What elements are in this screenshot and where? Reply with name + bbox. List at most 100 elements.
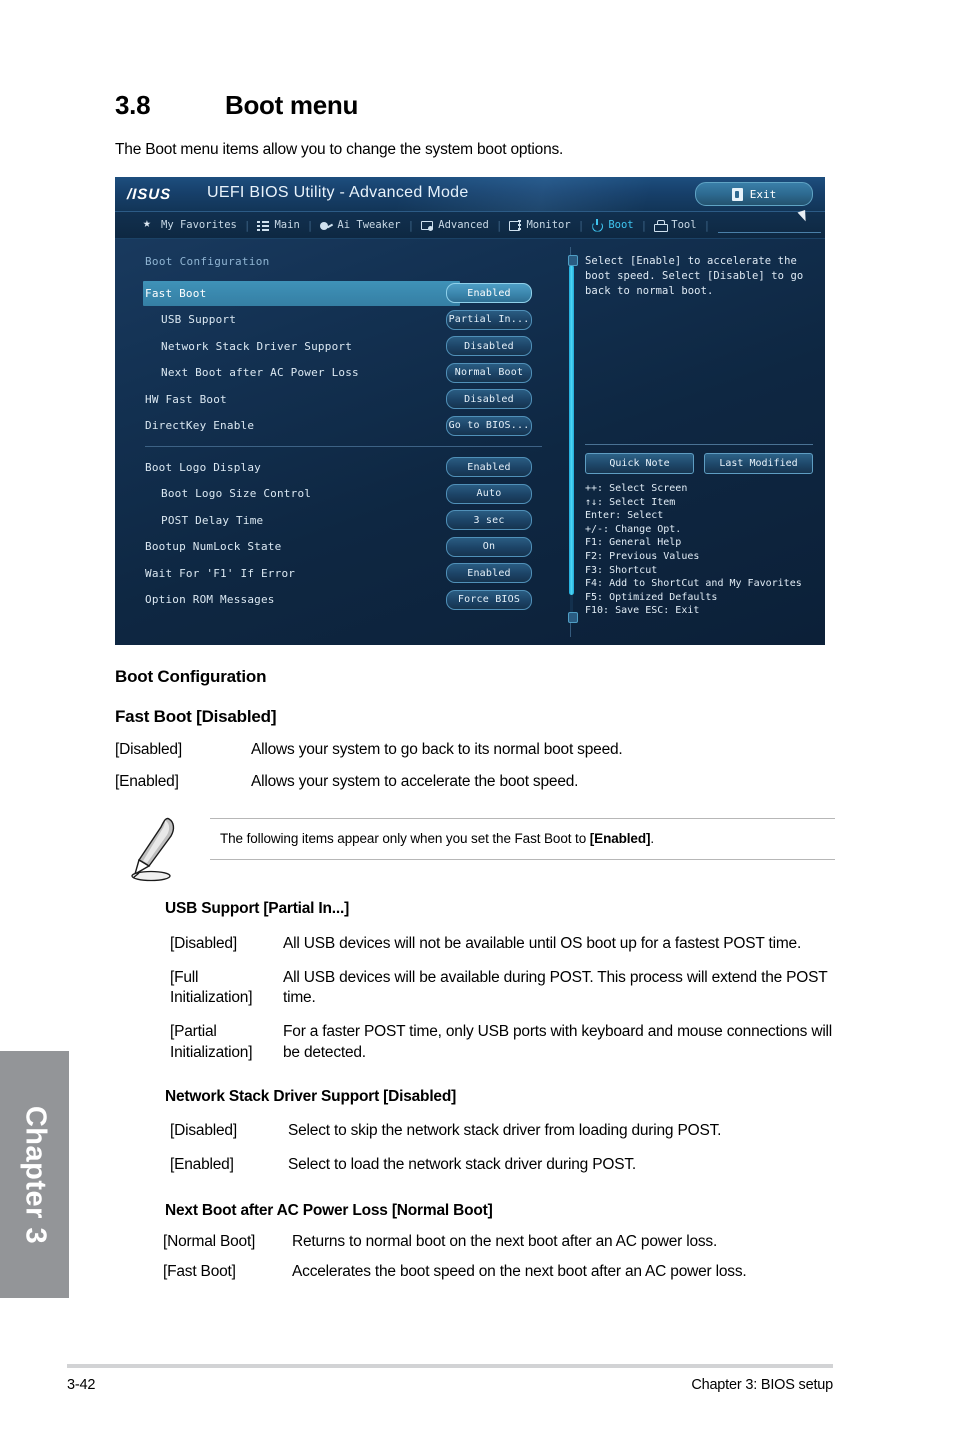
definition-desc: Allows your system to accelerate the boo…	[251, 772, 579, 790]
definition-desc: Accelerates the boot speed on the next b…	[292, 1263, 747, 1281]
setting-value-hw-fast-boot[interactable]: Disabled	[446, 389, 532, 409]
chapter-side-tab-label: Chapter 3	[19, 1105, 51, 1244]
asus-logo: /ISUS	[126, 186, 172, 203]
tab-tool[interactable]: Tool	[647, 219, 703, 232]
definition-row: [Normal Boot] Returns to normal boot on …	[115, 1232, 835, 1253]
last-modified-button[interactable]: Last Modified	[704, 453, 813, 474]
settings-group-divider	[145, 446, 542, 447]
definition-row: [Disabled] Select to skip the network st…	[115, 1121, 835, 1142]
definition-term: [Enabled]	[115, 772, 179, 790]
definition-row: [Full Initialization] All USB devices wi…	[115, 968, 835, 1009]
footer-page-number: 3-42	[67, 1377, 96, 1393]
tweaker-icon	[320, 220, 332, 231]
tab-boot[interactable]: Boot	[584, 218, 640, 231]
help-divider	[585, 444, 813, 445]
setting-row-usb-support[interactable]: USB Support Partial In...	[115, 307, 570, 334]
bios-screenshot-figure: /ISUS UEFI BIOS Utility - Advanced Mode …	[115, 177, 825, 645]
definition-desc: Allows your system to go back to its nor…	[251, 741, 623, 758]
tab-separator: |	[306, 218, 314, 232]
setting-value-directkey[interactable]: Go to BIOS...	[446, 415, 532, 436]
setting-row-network-stack-driver-support[interactable]: Network Stack Driver Support Disabled	[115, 333, 570, 360]
definition-desc: All USB devices will be available during…	[283, 968, 828, 1007]
definition-term: [Enabled]	[170, 1155, 234, 1173]
setting-value-boot-logo-display[interactable]: Enabled	[446, 457, 532, 477]
setting-row-wait-for-f1-if-error[interactable]: Wait For 'F1' If Error Enabled	[115, 560, 570, 587]
setting-value-boot-logo-size[interactable]: Auto	[446, 483, 532, 504]
tab-advanced-label: Advanced	[438, 219, 489, 231]
setting-row-directkey-enable[interactable]: DirectKey Enable Go to BIOS...	[115, 413, 570, 440]
exit-button-label: Exit	[749, 187, 777, 201]
list-icon	[257, 219, 270, 231]
tab-monitor-label: Monitor	[526, 219, 571, 231]
tab-separator: |	[243, 218, 251, 232]
setting-row-hw-fast-boot[interactable]: HW Fast Boot Disabled	[115, 386, 570, 413]
definition-row: [Disabled] All USB devices will not be a…	[115, 934, 835, 955]
boot-configuration-panel-title: Boot Configuration	[145, 255, 270, 268]
heading-fast-boot: Fast Boot [Disabled]	[115, 707, 277, 726]
definition-row: [Enabled] Allows your system to accelera…	[115, 772, 835, 793]
tabbar-underline	[718, 232, 821, 233]
definition-term: [Disabled]	[115, 741, 182, 758]
heading-network-stack-driver-support: Network Stack Driver Support [Disabled]	[165, 1088, 457, 1106]
setting-value-wait-f1[interactable]: Enabled	[446, 563, 532, 583]
setting-row-boot-logo-display[interactable]: Boot Logo Display Enabled	[115, 454, 570, 481]
tab-tool-label: Tool	[671, 219, 697, 231]
heading-next-boot-after-ac-power-loss: Next Boot after AC Power Loss [Normal Bo…	[165, 1202, 493, 1220]
setting-row-option-rom-messages[interactable]: Option ROM Messages Force BIOS	[115, 587, 570, 614]
definition-row: [Enabled] Select to load the network sta…	[115, 1155, 835, 1176]
tab-my-favorites[interactable]: My Favorites	[137, 216, 244, 232]
tab-separator: |	[640, 218, 648, 232]
note-text: The following items appear only when you…	[210, 819, 835, 859]
definition-term: [Normal Boot]	[163, 1233, 256, 1251]
definition-desc: All USB devices will not be available un…	[283, 935, 802, 953]
page-footer: 3-42 Chapter 3: BIOS setup	[67, 1364, 833, 1393]
tab-separator: |	[577, 218, 585, 232]
tool-icon	[654, 219, 669, 232]
tab-boot-label: Boot	[608, 219, 634, 231]
tab-separator: |	[495, 218, 503, 232]
setting-value-fast-boot[interactable]: Enabled	[446, 283, 532, 303]
tab-advanced[interactable]: Advanced	[414, 219, 496, 231]
definition-row: [Fast Boot] Accelerates the boot speed o…	[115, 1262, 835, 1283]
star-icon	[143, 216, 156, 231]
setting-value-option-rom[interactable]: Force BIOS	[446, 589, 532, 610]
bios-settings-panel: Boot Configuration Fast Boot Enabled USB…	[115, 239, 578, 645]
bios-titlebar: /ISUS UEFI BIOS Utility - Advanced Mode …	[115, 177, 825, 212]
heading-usb-support: USB Support [Partial In...]	[165, 900, 350, 918]
note-text-bold: [Enabled]	[589, 831, 651, 847]
tab-my-favorites-label: My Favorites	[161, 219, 237, 231]
setting-row-bootup-numlock-state[interactable]: Bootup NumLock State On	[115, 534, 570, 561]
help-buttons-area: Quick Note Last Modified	[585, 444, 813, 474]
setting-row-next-boot-after-ac-power-loss[interactable]: Next Boot after AC Power Loss Normal Boo…	[115, 360, 570, 387]
tab-main[interactable]: Main	[250, 219, 306, 231]
note-text-before: The following items appear only when you…	[220, 831, 590, 847]
note-block: The following items appear only when you…	[115, 818, 835, 882]
section-number: 3.8	[115, 90, 151, 120]
exit-button[interactable]: Exit	[695, 182, 813, 206]
section-title: Boot menu	[225, 90, 359, 120]
tab-monitor[interactable]: Monitor	[502, 219, 577, 231]
setting-value-usb-support[interactable]: Partial In...	[446, 309, 532, 330]
bios-body: Boot Configuration Fast Boot Enabled USB…	[115, 239, 825, 645]
definition-term: [Disabled]	[170, 1122, 237, 1140]
definition-term: [Partial Initialization]	[170, 1023, 253, 1061]
note-bottom-rule	[210, 859, 835, 861]
setting-row-post-delay-time[interactable]: POST Delay Time 3 sec	[115, 507, 570, 534]
definition-desc: Select to load the network stack driver …	[288, 1155, 636, 1173]
definition-row: [Partial Initialization] For a faster PO…	[115, 1022, 835, 1063]
setting-value-next-boot[interactable]: Normal Boot	[446, 362, 532, 383]
setting-row-boot-logo-size-control[interactable]: Boot Logo Size Control Auto	[115, 481, 570, 508]
heading-boot-configuration: Boot Configuration	[115, 667, 267, 686]
page-content: 3.8 Boot menu The Boot menu items allow …	[115, 0, 835, 1283]
help-description: Select [Enable] to accelerate the boot s…	[585, 255, 804, 298]
setting-value-network-stack[interactable]: Disabled	[446, 336, 532, 356]
tab-ai-tweaker-label: Ai Tweaker	[337, 219, 401, 231]
setting-value-numlock[interactable]: On	[446, 536, 532, 557]
tab-main-label: Main	[274, 219, 300, 231]
setting-row-fast-boot[interactable]: Fast Boot Enabled	[115, 280, 570, 307]
quick-note-button[interactable]: Quick Note	[585, 453, 694, 474]
setting-value-post-delay[interactable]: 3 sec	[446, 510, 532, 530]
tab-ai-tweaker[interactable]: Ai Tweaker	[313, 219, 407, 231]
definition-desc: For a faster POST time, only USB ports w…	[283, 1023, 833, 1061]
advanced-icon	[421, 220, 434, 231]
